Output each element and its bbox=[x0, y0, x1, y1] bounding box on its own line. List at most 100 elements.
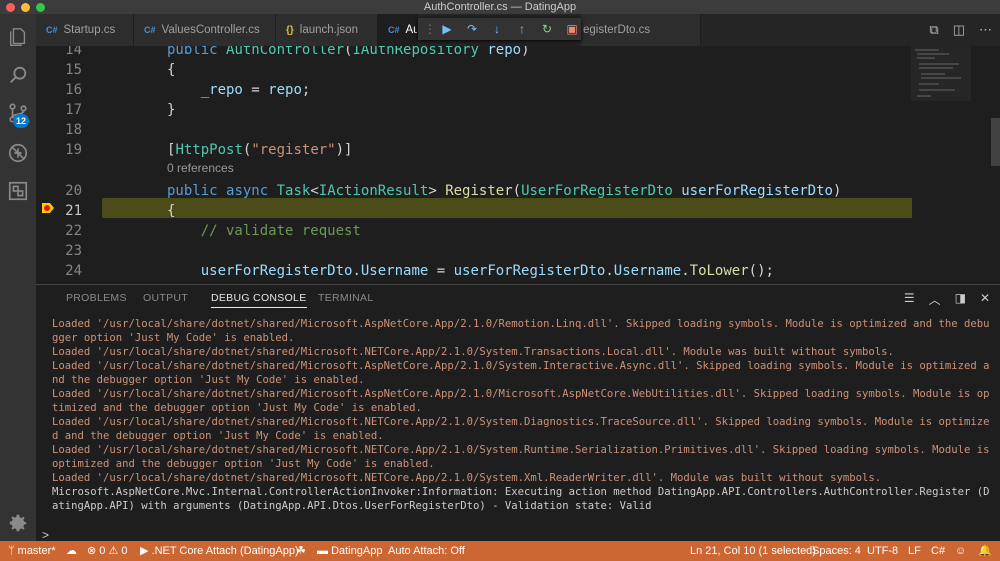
indentation[interactable]: Spaces: 4 bbox=[812, 541, 861, 561]
explorer-icon[interactable] bbox=[7, 26, 29, 48]
encoding[interactable]: UTF-8 bbox=[867, 541, 898, 561]
end-of-line[interactable]: LF bbox=[908, 541, 921, 561]
clear-console-icon[interactable]: ☰ bbox=[904, 291, 915, 308]
code-text: public AuthController(IAuthRepository re… bbox=[167, 46, 530, 58]
minimize-window-button[interactable] bbox=[21, 3, 30, 12]
panel-tabs: PROBLEMS OUTPUT DEBUG CONSOLE TERMINAL ☰… bbox=[36, 285, 1000, 311]
title-bar: AuthController.cs — DatingApp bbox=[0, 0, 1000, 14]
console-line: Loaded '/usr/local/share/dotnet/shared/M… bbox=[52, 318, 990, 344]
step-over-icon[interactable]: ↷ bbox=[464, 22, 480, 36]
more-actions-icon[interactable]: ⋯ bbox=[979, 22, 992, 38]
warning-icon: ⚠ bbox=[108, 545, 122, 557]
window-title: AuthController.cs — DatingApp bbox=[423, 1, 577, 13]
code-line[interactable]: 14 public AuthController(IAuthRepository … bbox=[36, 46, 1000, 60]
code-text: { bbox=[167, 62, 176, 78]
code-line[interactable]: 22 // validate request bbox=[36, 221, 1000, 241]
tab-terminal[interactable]: TERMINAL bbox=[318, 292, 374, 304]
tab-debug-console[interactable]: DEBUG CONSOLE bbox=[211, 292, 307, 308]
bottom-panel: PROBLEMS OUTPUT DEBUG CONSOLE TERMINAL ☰… bbox=[36, 284, 1000, 542]
code-text: { bbox=[167, 203, 176, 219]
json-file-icon: {} bbox=[286, 25, 294, 36]
restart-icon[interactable]: ↻ bbox=[539, 22, 555, 36]
line-number[interactable]: 20 bbox=[36, 181, 82, 201]
code-text: } bbox=[167, 102, 176, 118]
console-line: Microsoft.AspNetCore.Mvc.Internal.Contro… bbox=[52, 486, 990, 512]
cursor-position[interactable]: Ln 21, Col 10 (1 selected) bbox=[690, 541, 816, 561]
line-number[interactable]: 15 bbox=[36, 60, 82, 80]
code-text: public async Task<IActionResult> Registe… bbox=[167, 183, 842, 199]
project-selector[interactable]: ▬ DatingApp bbox=[317, 541, 382, 561]
console-line: Loaded '/usr/local/share/dotnet/shared/M… bbox=[52, 346, 894, 358]
close-panel-icon[interactable]: ✕ bbox=[980, 291, 990, 308]
code-editor[interactable]: 14 public AuthController(IAuthRepository … bbox=[36, 46, 1000, 284]
folder-icon: ▬ bbox=[317, 545, 332, 557]
search-icon[interactable] bbox=[7, 64, 29, 86]
code-text: userForRegisterDto.Username = userForReg… bbox=[200, 263, 774, 279]
disconnect-icon[interactable]: ▣ bbox=[564, 22, 580, 36]
step-out-icon[interactable]: ↑ bbox=[514, 22, 530, 36]
tab-auth-controller[interactable]: C#Au bbox=[378, 14, 418, 46]
debug-icon[interactable] bbox=[7, 142, 29, 164]
feedback-icon[interactable]: ☺ bbox=[955, 541, 966, 561]
maximize-panel-icon[interactable]: ︿ bbox=[929, 291, 941, 308]
tab-launch-json[interactable]: {} launch.json bbox=[276, 14, 378, 46]
tab-problems[interactable]: PROBLEMS bbox=[66, 292, 127, 304]
line-number[interactable]: 17 bbox=[36, 100, 82, 120]
continue-icon[interactable]: ▶ bbox=[439, 22, 455, 36]
debug-toolbar: ⋮ ▶ ↷ ↓ ↑ ↻ ▣ bbox=[418, 18, 581, 40]
code-line[interactable]: 16 _repo = repo; bbox=[36, 80, 1000, 100]
language-mode[interactable]: C# bbox=[931, 541, 945, 561]
line-number[interactable]: 22 bbox=[36, 221, 82, 241]
editor-scrollbar[interactable] bbox=[991, 118, 1000, 166]
line-number[interactable]: 18 bbox=[36, 120, 82, 140]
code-line[interactable]: 20 public async Task<IActionResult> Regis… bbox=[36, 181, 1000, 201]
open-changes-icon[interactable]: ⧉ bbox=[929, 22, 938, 38]
editor-actions: ⧉ ◫ ⋯ bbox=[929, 14, 992, 46]
line-number[interactable]: 14 bbox=[36, 46, 82, 60]
git-branch[interactable]: ᛘ master* bbox=[8, 541, 56, 561]
code-line[interactable]: 23 bbox=[36, 241, 1000, 261]
activity-bar: 12 bbox=[0, 14, 36, 541]
drag-handle-icon[interactable]: ⋮ bbox=[424, 22, 436, 36]
omnisharp-icon[interactable]: ☘ bbox=[296, 541, 306, 561]
console-line: Loaded '/usr/local/share/dotnet/shared/M… bbox=[52, 360, 990, 386]
minimap[interactable] bbox=[909, 46, 989, 106]
settings-gear-icon[interactable] bbox=[7, 512, 29, 534]
notifications-icon[interactable]: 🔔 bbox=[978, 541, 992, 561]
line-number[interactable]: 21 bbox=[36, 201, 82, 221]
toggle-panel-position-icon[interactable]: ◨ bbox=[955, 291, 966, 308]
code-line[interactable]: 19 [HttpPost("register")] bbox=[36, 140, 1000, 160]
tab-values-controller[interactable]: C# ValuesController.cs bbox=[134, 14, 276, 46]
code-line[interactable]: 15 { bbox=[36, 60, 1000, 80]
tab-startup[interactable]: C# Startup.cs bbox=[36, 14, 134, 46]
line-number[interactable]: 24 bbox=[36, 261, 82, 281]
csharp-file-icon: C# bbox=[46, 25, 58, 35]
debug-target[interactable]: ▶ .NET Core Attach (DatingApp) bbox=[140, 541, 299, 561]
code-text: // validate request bbox=[167, 223, 361, 239]
tab-user-for-register-dto[interactable]: egisterDto.cs bbox=[581, 14, 701, 46]
line-number[interactable]: 23 bbox=[36, 241, 82, 261]
play-icon: ▶ bbox=[140, 545, 152, 557]
close-window-button[interactable] bbox=[6, 3, 15, 12]
status-bar: ᛘ master* ☁ ⊗ 0 ⚠ 0 ▶ .NET Core Attach (… bbox=[0, 541, 1000, 561]
vscode-window: AuthController.cs — DatingApp 12 C# Start… bbox=[0, 0, 1000, 561]
step-into-icon[interactable]: ↓ bbox=[489, 22, 505, 36]
console-line: Loaded '/usr/local/share/dotnet/shared/M… bbox=[52, 416, 990, 442]
branch-icon: ᛘ bbox=[8, 545, 18, 557]
split-editor-icon[interactable]: ◫ bbox=[953, 22, 965, 38]
code-line[interactable]: 24 userForRegisterDto.Username = userFor… bbox=[36, 261, 1000, 281]
code-line[interactable]: 17} bbox=[36, 100, 1000, 120]
console-prompt[interactable]: > bbox=[42, 528, 49, 542]
code-line[interactable]: 21 { bbox=[36, 201, 1000, 221]
line-number[interactable]: 16 bbox=[36, 80, 82, 100]
auto-attach[interactable]: Auto Attach: Off bbox=[388, 541, 465, 561]
codelens-references[interactable]: 0 references bbox=[167, 158, 234, 178]
sync-icon[interactable]: ☁ bbox=[66, 541, 77, 561]
code-line[interactable]: 18 bbox=[36, 120, 1000, 140]
debug-console-output[interactable]: Loaded '/usr/local/share/dotnet/shared/M… bbox=[52, 317, 990, 527]
tab-output[interactable]: OUTPUT bbox=[143, 292, 188, 304]
extensions-icon[interactable] bbox=[7, 180, 29, 202]
line-number[interactable]: 19 bbox=[36, 140, 82, 160]
problems-summary[interactable]: ⊗ 0 ⚠ 0 bbox=[87, 541, 128, 561]
zoom-window-button[interactable] bbox=[36, 3, 45, 12]
